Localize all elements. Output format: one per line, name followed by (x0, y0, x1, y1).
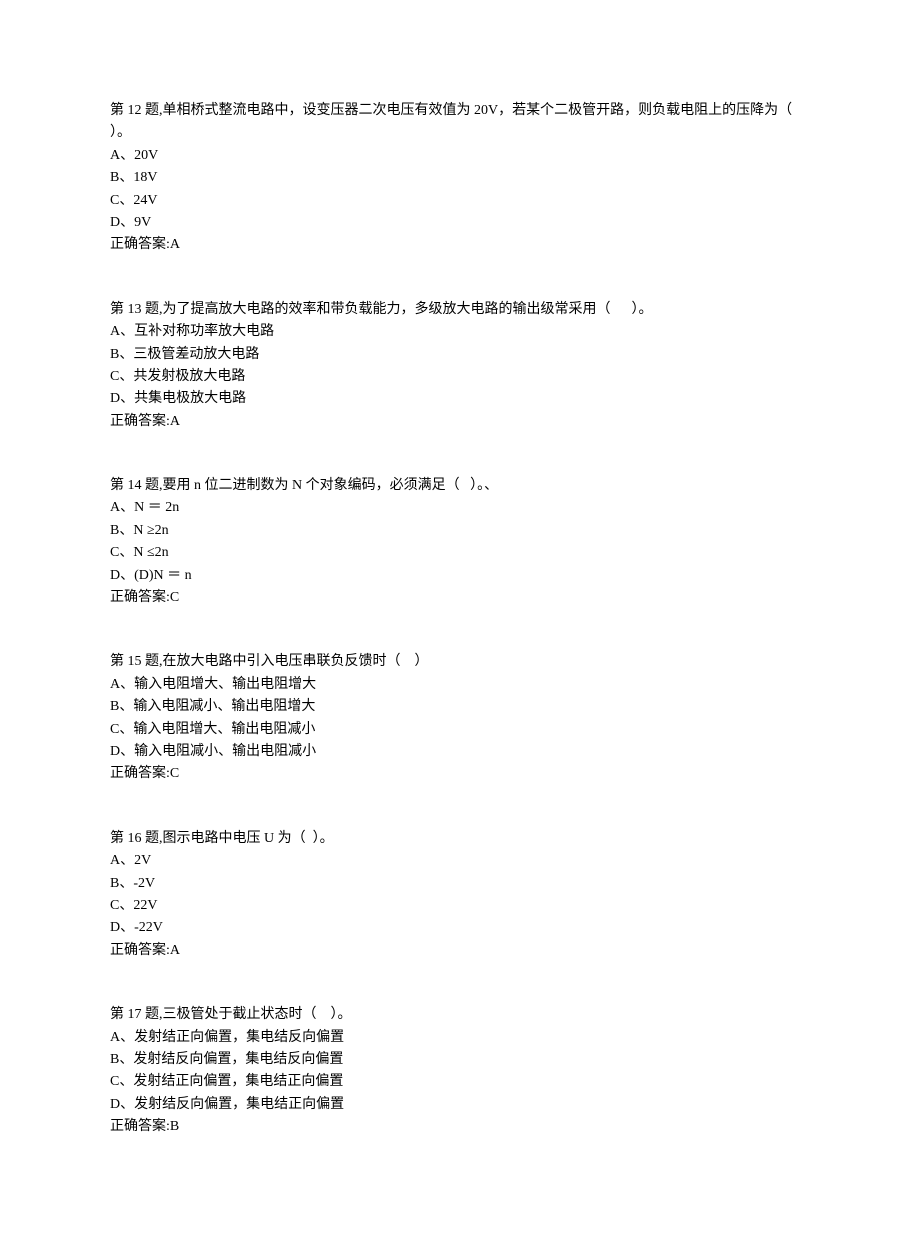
question-option: D、(D)N ＝ n (110, 565, 810, 587)
question-text: 要用 n 位二进制数为 N 个对象编码，必须满足（ ）。、 (163, 478, 499, 493)
question-option: D、共集电极放大电路 (110, 388, 810, 410)
question-option: A、2V (110, 850, 810, 872)
answer-label: 正确答案: (110, 414, 170, 429)
question-option: B、发射结反向偏置，集电结反向偏置 (110, 1049, 810, 1071)
question-block: 第 17 题,三极管处于截止状态时（ ）。 A、发射结正向偏置，集电结反向偏置 … (110, 1004, 810, 1138)
answer-value: A (170, 237, 180, 252)
question-stem: 第 13 题,为了提高放大电路的效率和带负载能力，多级放大电路的输出级常采用（ … (110, 299, 810, 321)
question-option: A、N ＝ 2n (110, 497, 810, 519)
answer-value: B (170, 1119, 179, 1134)
question-block: 第 13 题,为了提高放大电路的效率和带负载能力，多级放大电路的输出级常采用（ … (110, 299, 810, 433)
question-text: 在放大电路中引入电压串联负反馈时（ ） (163, 654, 429, 669)
question-option: C、输入电阻增大、输出电阻减小 (110, 719, 810, 741)
question-option: B、-2V (110, 873, 810, 895)
answer-label: 正确答案: (110, 237, 170, 252)
question-text: 单相桥式整流电路中，设变压器二次电压有效值为 20V，若某个二极管开路，则负载电… (110, 103, 803, 140)
answer-label: 正确答案: (110, 766, 170, 781)
question-option: C、共发射极放大电路 (110, 366, 810, 388)
answer-value: A (170, 414, 180, 429)
question-number: 第 16 题, (110, 831, 163, 846)
question-block: 第 12 题,单相桥式整流电路中，设变压器二次电压有效值为 20V，若某个二极管… (110, 100, 810, 257)
answer-line: 正确答案:A (110, 411, 810, 433)
question-stem: 第 16 题,图示电路中电压 U 为（ ）。 (110, 828, 810, 850)
question-option: C、22V (110, 895, 810, 917)
question-stem: 第 12 题,单相桥式整流电路中，设变压器二次电压有效值为 20V，若某个二极管… (110, 100, 810, 145)
question-number: 第 15 题, (110, 654, 163, 669)
question-number: 第 12 题, (110, 103, 163, 118)
question-option: B、18V (110, 167, 810, 189)
question-number: 第 13 题, (110, 302, 163, 317)
question-stem: 第 15 题,在放大电路中引入电压串联负反馈时（ ） (110, 651, 810, 673)
answer-label: 正确答案: (110, 590, 170, 605)
answer-value: C (170, 590, 179, 605)
answer-value: C (170, 766, 179, 781)
question-option: A、20V (110, 145, 810, 167)
answer-line: 正确答案:A (110, 234, 810, 256)
question-option: A、发射结正向偏置，集电结反向偏置 (110, 1027, 810, 1049)
question-text: 为了提高放大电路的效率和带负载能力，多级放大电路的输出级常采用（ ）。 (163, 302, 653, 317)
question-text: 图示电路中电压 U 为（ ）。 (163, 831, 334, 846)
question-option: D、发射结反向偏置，集电结正向偏置 (110, 1094, 810, 1116)
answer-label: 正确答案: (110, 943, 170, 958)
question-option: B、N ≥2n (110, 520, 810, 542)
question-option: C、发射结正向偏置，集电结正向偏置 (110, 1071, 810, 1093)
answer-value: A (170, 943, 180, 958)
answer-label: 正确答案: (110, 1119, 170, 1134)
question-block: 第 15 题,在放大电路中引入电压串联负反馈时（ ） A、输入电阻增大、输出电阻… (110, 651, 810, 785)
question-block: 第 14 题,要用 n 位二进制数为 N 个对象编码，必须满足（ ）。、 A、N… (110, 475, 810, 609)
question-option: A、输入电阻增大、输出电阻增大 (110, 674, 810, 696)
question-option: B、输入电阻减小、输出电阻增大 (110, 696, 810, 718)
question-option: C、N ≤2n (110, 542, 810, 564)
answer-line: 正确答案:B (110, 1116, 810, 1138)
answer-line: 正确答案:C (110, 763, 810, 785)
question-number: 第 17 题, (110, 1007, 163, 1022)
question-stem: 第 17 题,三极管处于截止状态时（ ）。 (110, 1004, 810, 1026)
question-option: C、24V (110, 190, 810, 212)
question-option: D、9V (110, 212, 810, 234)
question-number: 第 14 题, (110, 478, 163, 493)
question-option: B、三极管差动放大电路 (110, 344, 810, 366)
question-text: 三极管处于截止状态时（ ）。 (163, 1007, 352, 1022)
question-option: D、-22V (110, 917, 810, 939)
question-block: 第 16 题,图示电路中电压 U 为（ ）。 A、2V B、-2V C、22V … (110, 828, 810, 962)
question-option: D、输入电阻减小、输出电阻减小 (110, 741, 810, 763)
question-stem: 第 14 题,要用 n 位二进制数为 N 个对象编码，必须满足（ ）。、 (110, 475, 810, 497)
question-option: A、互补对称功率放大电路 (110, 321, 810, 343)
answer-line: 正确答案:C (110, 587, 810, 609)
answer-line: 正确答案:A (110, 940, 810, 962)
